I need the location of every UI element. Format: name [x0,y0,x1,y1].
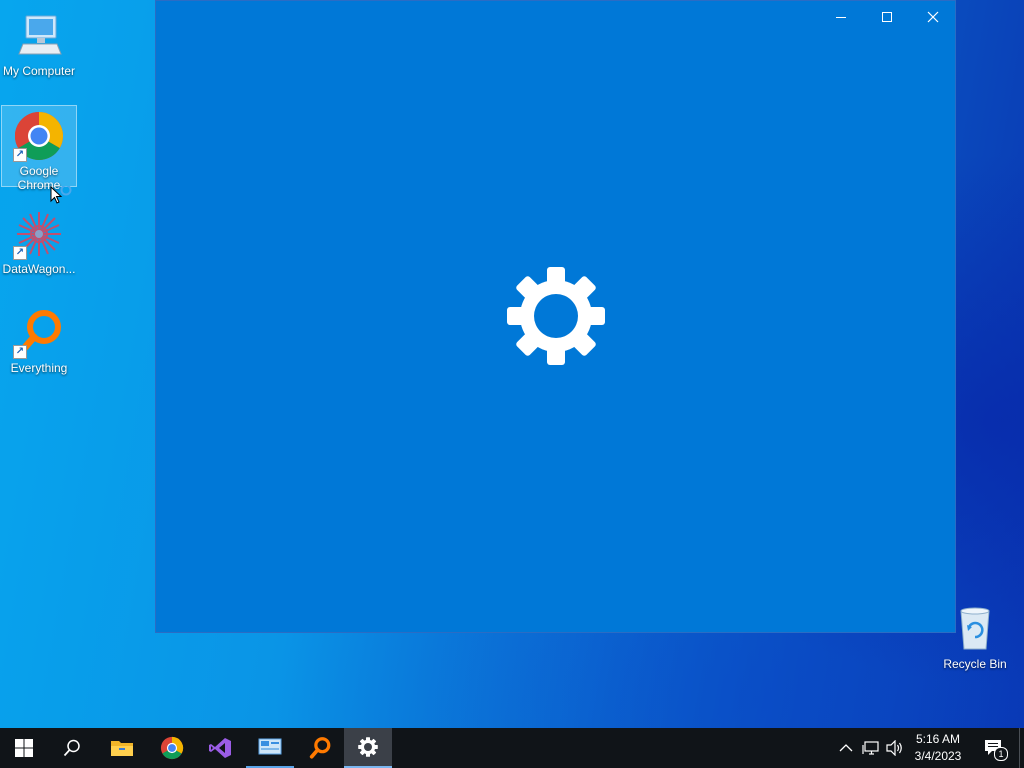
desktop-icon-label: My Computer [2,64,76,78]
minimize-button[interactable] [818,1,864,33]
taskbar-visual-studio[interactable] [196,728,244,768]
desktop-icon-label: Recycle Bin [943,657,1007,671]
network-icon [862,741,879,755]
chrome-icon: ↗ [13,110,65,162]
show-hidden-icons-button[interactable] [836,738,856,758]
everything-icon [309,737,331,759]
chrome-icon [160,736,184,760]
visual-studio-icon [209,738,231,758]
taskbar-settings[interactable] [344,728,392,768]
taskbar: 5:16 AM 3/4/2023 1 [0,728,1024,768]
taskbar-everything[interactable] [296,728,344,768]
close-button[interactable] [910,1,956,33]
everything-icon: ↗ [13,307,65,359]
folder-icon [111,741,133,756]
gear-icon [506,266,606,371]
minimize-icon [836,17,846,18]
taskbar-control-panel[interactable] [246,728,294,768]
desktop-icon-datawagon[interactable]: ↗ DataWagon... [1,204,77,276]
search-icon [63,739,80,757]
clock-time: 5:16 AM [915,732,961,746]
action-center-button[interactable]: 1 [982,738,1008,761]
settings-window[interactable] [155,0,956,633]
control-panel-icon [258,738,282,755]
shortcut-arrow-icon: ↗ [13,148,27,162]
maximize-icon [882,12,892,22]
show-desktop-button[interactable] [1019,728,1020,768]
desktop-icon-my-computer[interactable]: My Computer [1,6,77,78]
start-button[interactable] [0,728,48,768]
datawagon-icon: ↗ [13,208,65,260]
chevron-up-icon [839,744,853,752]
notification-badge: 1 [994,747,1008,761]
taskbar-file-explorer[interactable] [98,728,146,768]
desktop-icon-google-chrome[interactable]: ↗ Google Chrome [1,105,77,192]
desktop: My Computer ↗ Google Chrome ↗ DataWagon.… [0,0,1024,728]
desktop-icon-label: DataWagon... [2,262,76,276]
shortcut-arrow-icon: ↗ [13,345,27,359]
close-icon [927,11,939,23]
desktop-icon-label: Everything [10,361,68,375]
volume-button[interactable] [885,738,905,758]
maximize-button[interactable] [864,1,910,33]
search-button[interactable] [48,728,96,768]
computer-icon [13,10,65,62]
recycle-bin-icon [949,603,1001,655]
volume-icon [886,740,902,756]
clock-date: 3/4/2023 [914,749,962,763]
gear-icon [358,737,378,757]
taskbar-chrome[interactable] [148,728,196,768]
network-button[interactable] [861,738,881,758]
desktop-icon-everything[interactable]: ↗ Everything [1,303,77,375]
clock[interactable]: 5:16 AM 3/4/2023 [906,731,970,765]
shortcut-arrow-icon: ↗ [13,246,27,260]
windows-logo-icon [15,739,33,757]
